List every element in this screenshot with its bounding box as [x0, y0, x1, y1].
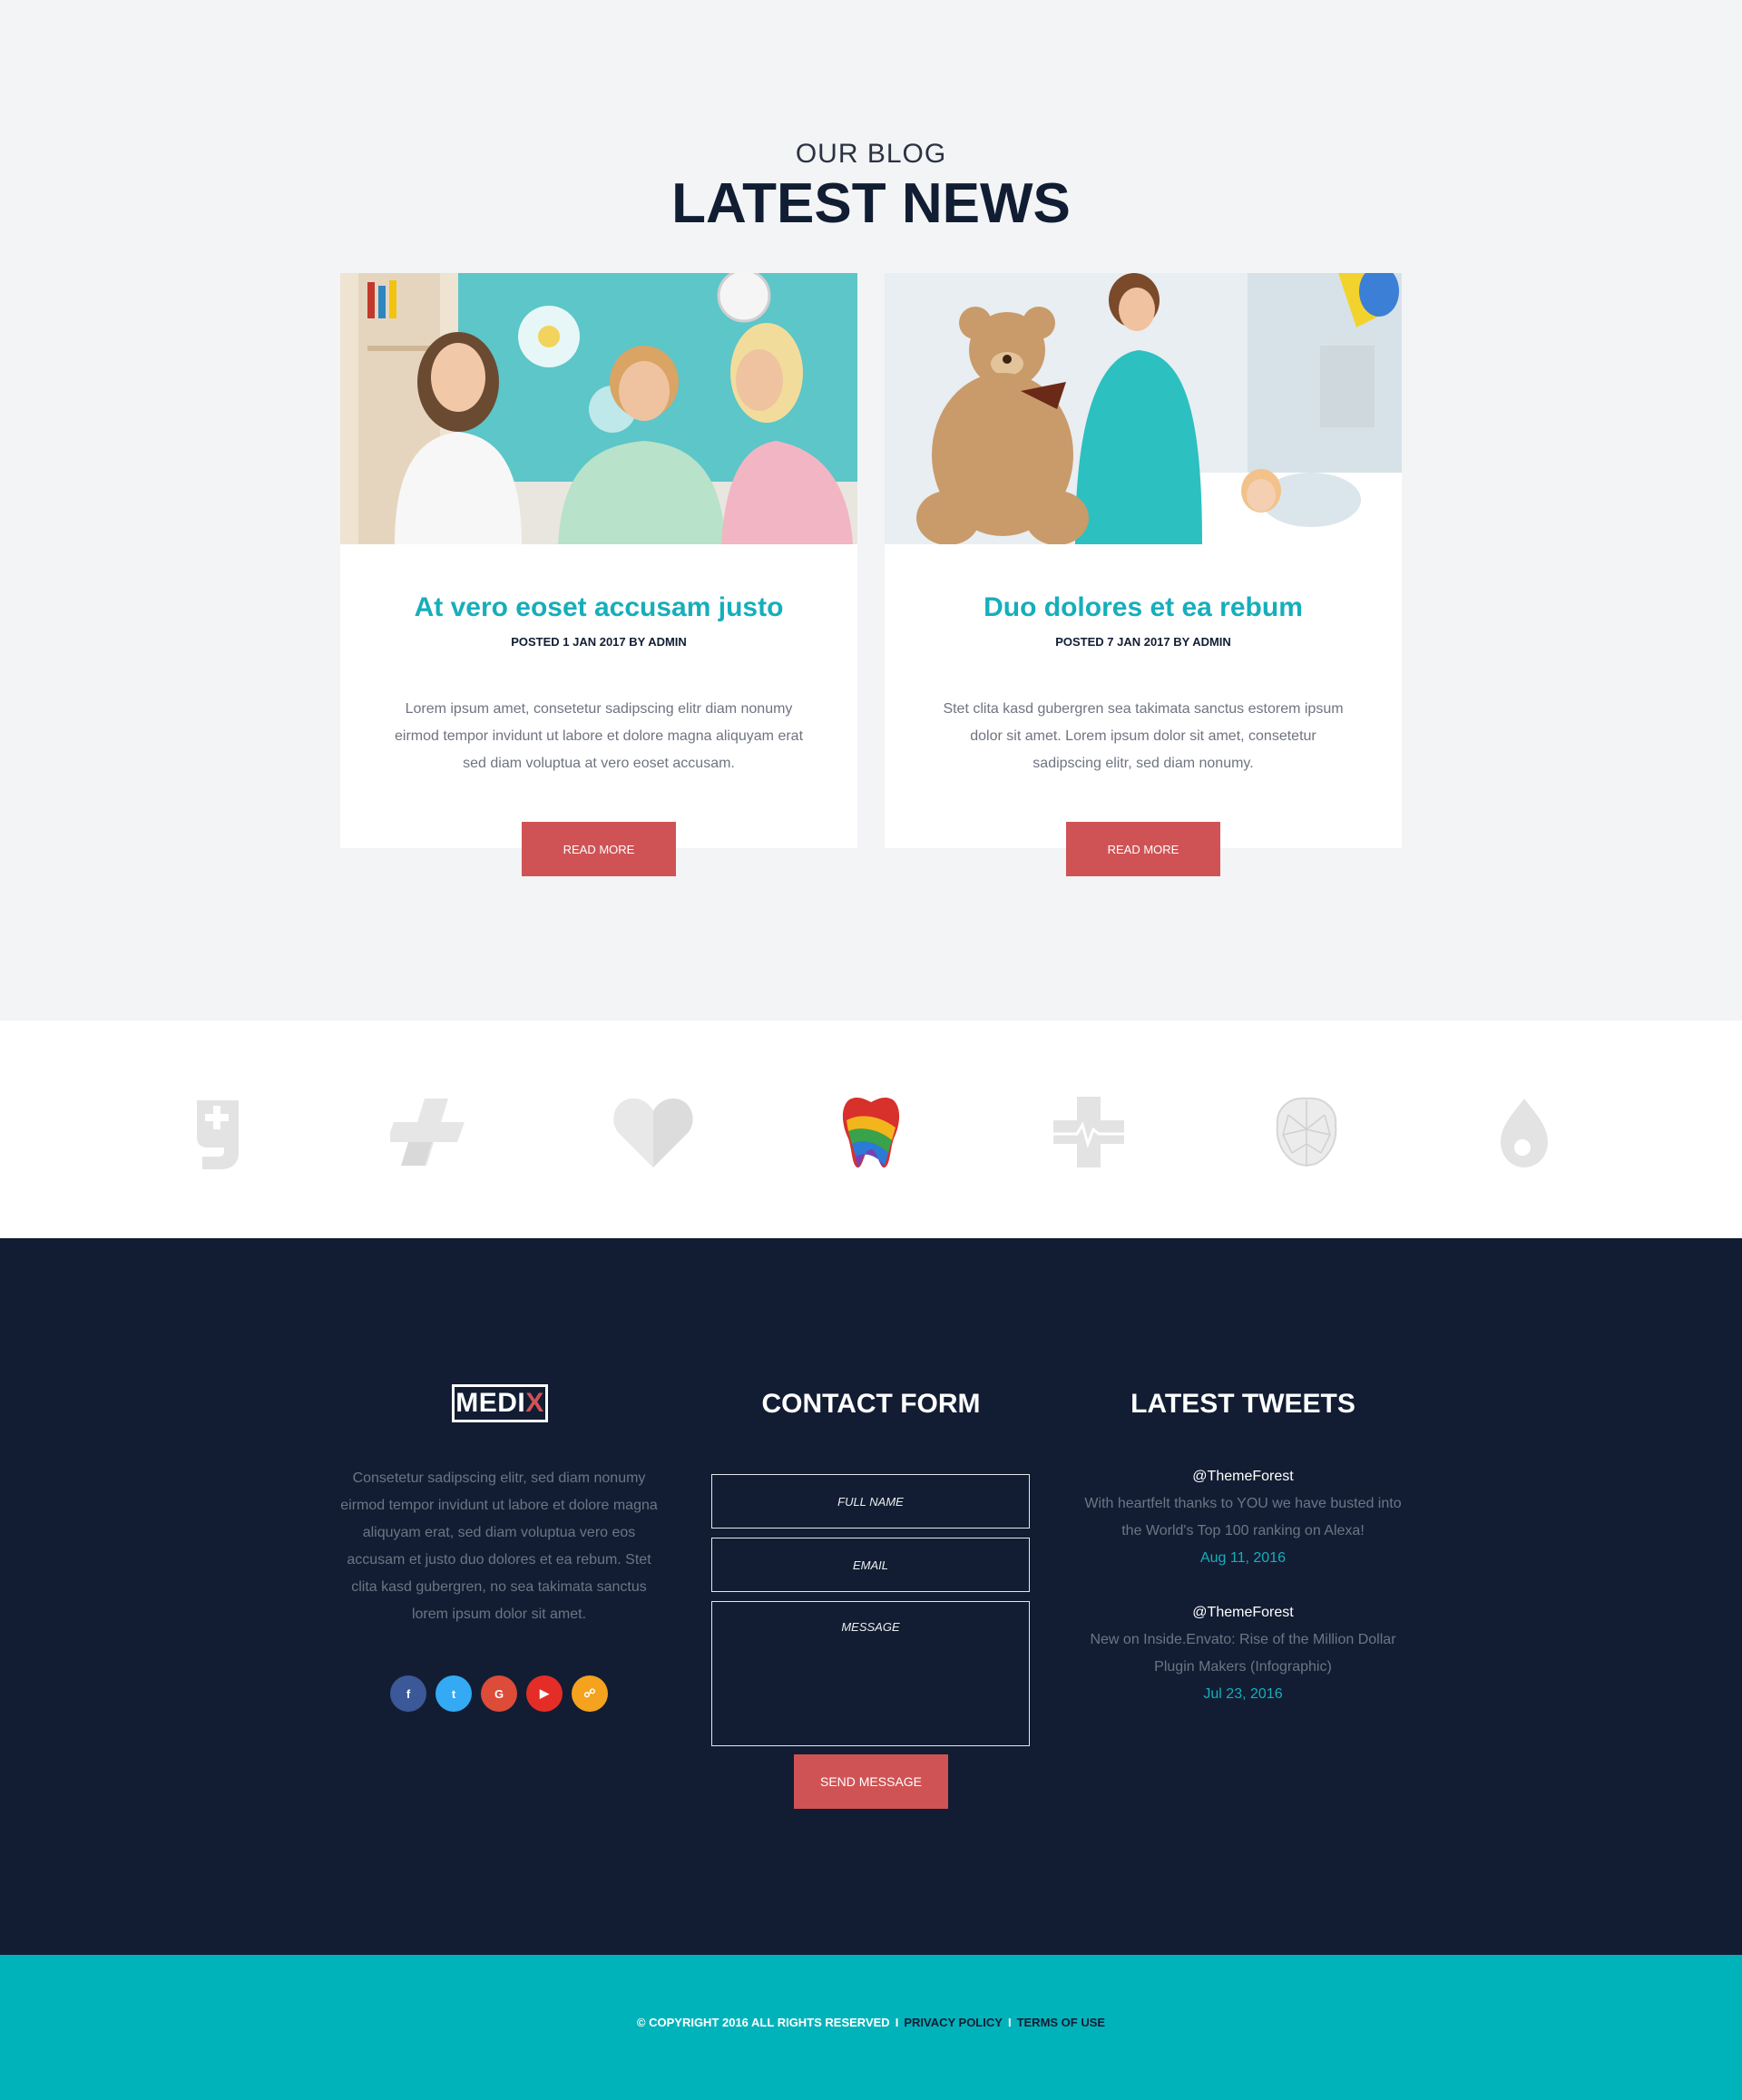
tweet-date[interactable]: Aug 11, 2016 — [1084, 1545, 1402, 1572]
message-field[interactable] — [711, 1601, 1030, 1746]
tooth-logo-icon[interactable] — [826, 1093, 916, 1171]
blog-header: OUR BLOG LATEST NEWS — [0, 138, 1742, 236]
footer-logo[interactable]: MEDIX — [452, 1384, 548, 1422]
tweet-item: @ThemeForest New on Inside.Envato: Rise … — [1084, 1599, 1402, 1708]
facebook-icon[interactable]: f — [390, 1675, 426, 1712]
copyright-text: © COPYRIGHT 2016 ALL RIGHTS RESERVED — [636, 2016, 890, 2029]
tweet-text: With heartfelt thanks to YOU we have bus… — [1084, 1496, 1402, 1538]
bottom-bar: © COPYRIGHT 2016 ALL RIGHTS RESERVED I PRI… — [0, 1955, 1742, 2100]
post-title[interactable]: At vero eoset accusam justo — [340, 592, 857, 623]
blog-card: Duo dolores et ea rebum POSTED 7 JAN 201… — [885, 273, 1402, 876]
tweet-text: New on Inside.Envato: Rise of the Millio… — [1090, 1632, 1396, 1675]
blog-card: At vero eoset accusam justo POSTED 1 JAN… — [340, 273, 857, 876]
blog-title: LATEST NEWS — [671, 172, 1071, 235]
g-plus-logo-icon[interactable] — [172, 1093, 263, 1171]
blog-image-nurse-teddy[interactable] — [885, 273, 1402, 544]
tweet-handle[interactable]: @ThemeForest — [1084, 1599, 1402, 1626]
medical-cross-pulse-icon[interactable] — [1043, 1093, 1134, 1171]
tweet-item: @ThemeForest With heartfelt thanks to YO… — [1084, 1463, 1402, 1572]
drop-logo-icon[interactable] — [1479, 1093, 1570, 1171]
post-meta: POSTED 1 JAN 2017 BY ADMIN — [511, 635, 687, 649]
privacy-policy-link[interactable]: PRIVACY POLICY — [904, 2016, 1003, 2029]
heart-logo-icon[interactable] — [608, 1093, 699, 1171]
separator: I — [1007, 2016, 1012, 2029]
tweet-handle[interactable]: @ThemeForest — [1084, 1463, 1402, 1490]
cross-logo-icon[interactable] — [390, 1093, 481, 1171]
read-more-button[interactable]: READ MORE — [522, 822, 676, 876]
terms-of-use-link[interactable]: TERMS OF USE — [1017, 2016, 1106, 2029]
read-more-button[interactable]: READ MORE — [1066, 822, 1220, 876]
social-links: f t G ▶ ☍ — [390, 1675, 608, 1712]
google-plus-icon[interactable]: G — [481, 1675, 517, 1712]
rss-icon[interactable]: ☍ — [572, 1675, 608, 1712]
post-excerpt: Lorem ipsum amet, consetetur sadipscing … — [394, 701, 804, 771]
full-name-field[interactable] — [711, 1474, 1030, 1529]
separator: I — [895, 2016, 899, 2029]
post-excerpt: Stet clita kasd gubergren sea takimata s… — [943, 701, 1344, 771]
twitter-icon[interactable]: t — [436, 1675, 472, 1712]
post-title[interactable]: Duo dolores et ea rebum — [885, 592, 1402, 623]
youtube-icon[interactable]: ▶ — [526, 1675, 563, 1712]
logo-text: MEDI — [455, 1388, 526, 1418]
blog-subtitle: OUR BLOG — [795, 139, 947, 169]
blog-image-doctor-patients[interactable] — [340, 273, 857, 544]
copyright-line: © COPYRIGHT 2016 ALL RIGHTS RESERVED I PRI… — [0, 2016, 1742, 2029]
tweet-date[interactable]: Jul 23, 2016 — [1084, 1681, 1402, 1708]
blog-section: OUR BLOG LATEST NEWS At vero eoset accus… — [0, 0, 1742, 1021]
contact-form-title: CONTACT FORM — [761, 1389, 981, 1419]
partner-logos — [0, 1021, 1742, 1238]
logo-accent: X — [525, 1388, 544, 1418]
footer: MEDIX Consetetur sadipscing elitr, sed d… — [0, 1238, 1742, 1955]
email-field[interactable] — [711, 1538, 1030, 1592]
send-message-button[interactable]: SEND MESSAGE — [794, 1754, 948, 1809]
footer-about-text: Consetetur sadipscing elitr, sed diam no… — [340, 1470, 658, 1622]
post-meta: POSTED 7 JAN 2017 BY ADMIN — [1055, 635, 1231, 649]
brain-logo-icon[interactable] — [1261, 1093, 1352, 1171]
latest-tweets-title: LATEST TWEETS — [1130, 1389, 1355, 1419]
